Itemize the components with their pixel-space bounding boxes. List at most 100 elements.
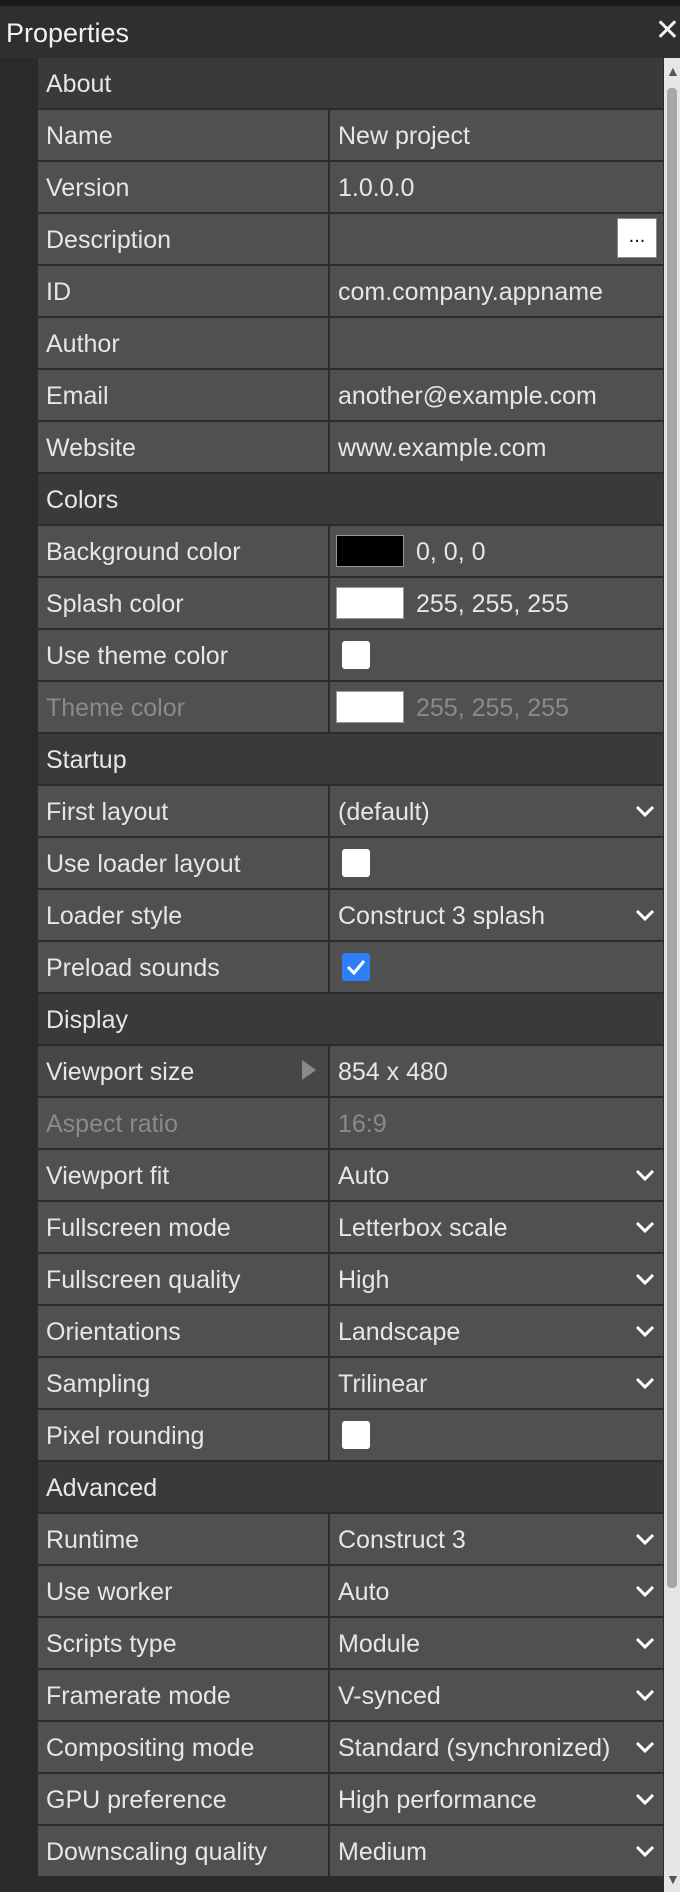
- property-dropdown[interactable]: Letterbox scale: [330, 1202, 663, 1252]
- property-dropdown[interactable]: Module: [330, 1618, 663, 1668]
- property-name-cell: Scripts type: [38, 1618, 330, 1668]
- chevron-down-icon[interactable]: [633, 1840, 657, 1862]
- property-row-version: Version 1.0.0.0: [38, 162, 663, 214]
- color-value: 0, 0, 0: [416, 538, 486, 566]
- property-row-orientations: Orientations Landscape: [38, 1306, 663, 1358]
- property-name: Framerate mode: [46, 1682, 231, 1710]
- property-row-viewport-size: Viewport size 854 x 480: [38, 1046, 663, 1098]
- property-dropdown[interactable]: Medium: [330, 1826, 663, 1876]
- color-value: 255, 255, 255: [416, 694, 569, 722]
- chevron-down-icon[interactable]: [633, 1320, 657, 1342]
- property-name-cell: Background color: [38, 526, 330, 576]
- property-dropdown[interactable]: Auto: [330, 1150, 663, 1200]
- property-name-cell: Email: [38, 370, 330, 420]
- property-value-cell[interactable]: [330, 1410, 663, 1460]
- property-dropdown[interactable]: High performance: [330, 1774, 663, 1824]
- section-header-advanced[interactable]: Advanced: [38, 1462, 663, 1514]
- chevron-down-icon[interactable]: [633, 1788, 657, 1810]
- property-row-preload-sounds: Preload sounds: [38, 942, 663, 994]
- property-name-cell: Viewport fit: [38, 1150, 330, 1200]
- ellipsis-button[interactable]: ...: [617, 218, 657, 258]
- property-name: Theme color: [46, 694, 185, 722]
- property-dropdown[interactable]: Trilinear: [330, 1358, 663, 1408]
- property-dropdown[interactable]: High: [330, 1254, 663, 1304]
- dropdown-value: Construct 3 splash: [338, 902, 546, 930]
- close-icon[interactable]: ✕: [655, 16, 680, 46]
- dropdown-value: Module: [338, 1630, 420, 1658]
- property-value-cell[interactable]: [330, 838, 663, 888]
- property-name: Pixel rounding: [46, 1422, 205, 1450]
- chevron-down-icon[interactable]: [633, 1372, 657, 1394]
- dropdown-value: V-synced: [338, 1682, 441, 1710]
- property-value-cell[interactable]: com.company.appname: [330, 266, 663, 316]
- chevron-down-icon[interactable]: [633, 1684, 657, 1706]
- property-grid: About Name New project Version 1.0.0.0 Descri…: [38, 58, 663, 1878]
- chevron-down-icon[interactable]: [633, 1736, 657, 1758]
- chevron-down-icon[interactable]: [633, 800, 657, 822]
- property-row-compositing-mode: Compositing mode Standard (synchronized): [38, 1722, 663, 1774]
- checkbox[interactable]: [342, 641, 370, 669]
- chevron-down-icon[interactable]: [633, 1268, 657, 1290]
- expand-arrow-icon[interactable]: [302, 1060, 316, 1080]
- property-name: Scripts type: [46, 1630, 177, 1658]
- scroll-down-arrow-icon[interactable]: ▼: [666, 1872, 680, 1886]
- property-name-cell: Fullscreen quality: [38, 1254, 330, 1304]
- property-dropdown[interactable]: Standard (synchronized): [330, 1722, 663, 1772]
- chevron-down-icon[interactable]: [633, 1528, 657, 1550]
- property-value-cell[interactable]: 255, 255, 255: [330, 578, 663, 628]
- property-row-aspect-ratio: Aspect ratio 16:9: [38, 1098, 663, 1150]
- chevron-down-icon[interactable]: [633, 1216, 657, 1238]
- property-value-cell[interactable]: 1.0.0.0: [330, 162, 663, 212]
- property-name: Email: [46, 382, 109, 410]
- chevron-down-icon[interactable]: [633, 1632, 657, 1654]
- dropdown-value: Auto: [338, 1162, 390, 1190]
- panel-title-bar: Properties ✕: [0, 0, 680, 58]
- property-value-cell[interactable]: 0, 0, 0: [330, 526, 663, 576]
- property-dropdown[interactable]: Auto: [330, 1566, 663, 1616]
- scroll-up-arrow-icon[interactable]: ▲: [666, 64, 680, 78]
- property-dropdown[interactable]: Construct 3 splash: [330, 890, 663, 940]
- property-name-cell: Fullscreen mode: [38, 1202, 330, 1252]
- property-value-cell[interactable]: www.example.com: [330, 422, 663, 472]
- property-value-cell[interactable]: [330, 318, 663, 368]
- checkbox[interactable]: [342, 849, 370, 877]
- property-value-cell[interactable]: [330, 630, 663, 680]
- property-name: Background color: [46, 538, 241, 566]
- section-header-startup[interactable]: Startup: [38, 734, 663, 786]
- property-dropdown[interactable]: (default): [330, 786, 663, 836]
- section-header-display[interactable]: Display: [38, 994, 663, 1046]
- property-dropdown[interactable]: V-synced: [330, 1670, 663, 1720]
- property-value-cell[interactable]: New project: [330, 110, 663, 160]
- chevron-down-icon[interactable]: [633, 1164, 657, 1186]
- color-value: 255, 255, 255: [416, 590, 569, 618]
- property-name-cell: Framerate mode: [38, 1670, 330, 1720]
- property-name-cell: Name: [38, 110, 330, 160]
- dropdown-value: Construct 3: [338, 1526, 466, 1554]
- property-value-cell[interactable]: another@example.com: [330, 370, 663, 420]
- property-name: Compositing mode: [46, 1734, 255, 1762]
- property-value-cell[interactable]: ...: [330, 214, 663, 264]
- property-name: Runtime: [46, 1526, 140, 1554]
- property-name: Fullscreen quality: [46, 1266, 241, 1294]
- section-header-colors[interactable]: Colors: [38, 474, 663, 526]
- property-value-cell[interactable]: 854 x 480: [330, 1046, 663, 1096]
- panel-title: Properties: [6, 18, 130, 48]
- vertical-scrollbar[interactable]: ▲ ▼: [664, 58, 680, 1892]
- checkbox[interactable]: [342, 1421, 370, 1449]
- property-value: www.example.com: [338, 434, 547, 462]
- color-swatch[interactable]: [336, 587, 404, 619]
- property-dropdown[interactable]: Construct 3: [330, 1514, 663, 1564]
- property-name-cell: Use theme color: [38, 630, 330, 680]
- scrollbar-thumb[interactable]: [667, 88, 677, 1588]
- chevron-down-icon[interactable]: [633, 1580, 657, 1602]
- property-name-cell: Version: [38, 162, 330, 212]
- chevron-down-icon[interactable]: [633, 904, 657, 926]
- section-header-about[interactable]: About: [38, 58, 663, 110]
- property-name: Viewport fit: [46, 1162, 170, 1190]
- property-value-cell[interactable]: [330, 942, 663, 992]
- property-row-description: Description...: [38, 214, 663, 266]
- property-row-pixel-rounding: Pixel rounding: [38, 1410, 663, 1462]
- property-dropdown[interactable]: Landscape: [330, 1306, 663, 1356]
- checkbox[interactable]: [342, 953, 370, 981]
- color-swatch[interactable]: [336, 535, 404, 567]
